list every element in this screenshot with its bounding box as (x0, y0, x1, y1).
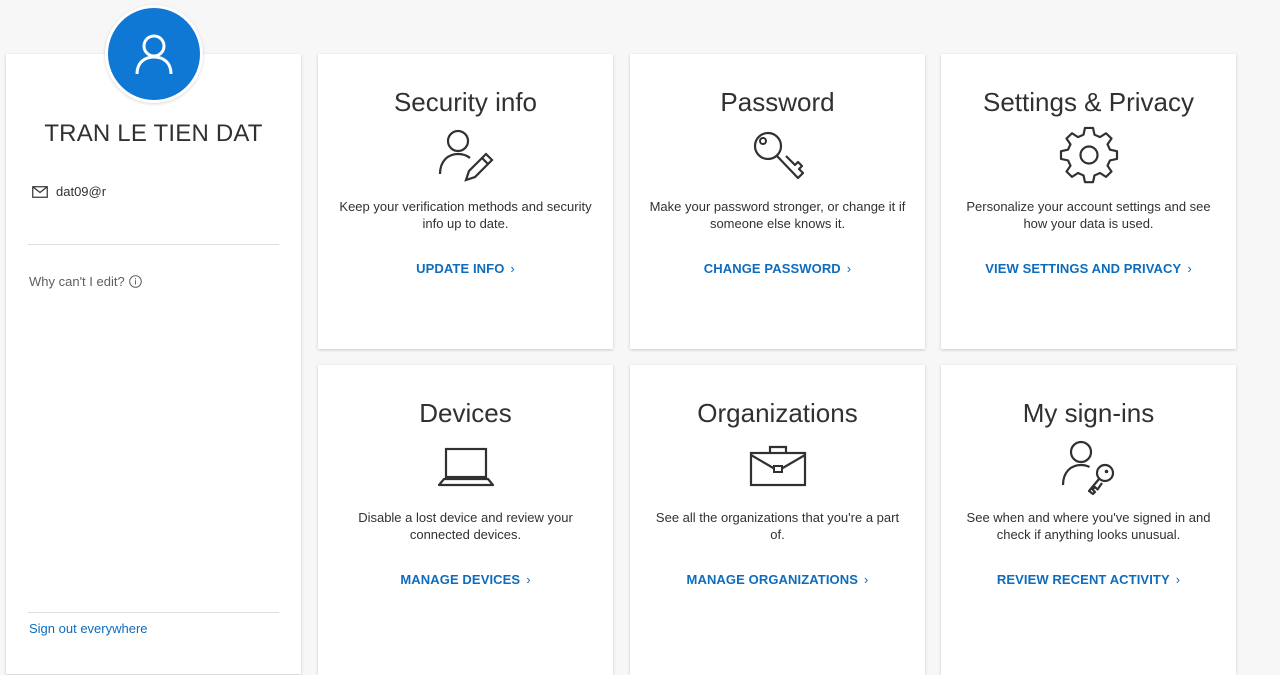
manage-organizations-link[interactable]: MANAGE ORGANIZATIONS › (630, 572, 925, 587)
tile-title: My sign-ins (1022, 398, 1155, 428)
user-key-icon (1061, 440, 1114, 496)
view-settings-privacy-link[interactable]: VIEW SETTINGS AND PRIVACY › (941, 261, 1236, 276)
chevron-right-icon: › (846, 261, 852, 276)
divider (28, 244, 279, 245)
user-pen-icon (438, 129, 494, 182)
briefcase-icon (749, 445, 806, 487)
tile-organizations: Organizations See all the organizations … (630, 365, 925, 675)
update-info-link[interactable]: UPDATE INFO › (318, 261, 613, 276)
laptop-icon (437, 447, 494, 487)
manage-devices-link[interactable]: MANAGE DEVICES › (318, 572, 613, 587)
info-icon[interactable] (128, 275, 142, 288)
tile-settings-privacy: Settings & Privacy Personalize your acco… (941, 54, 1236, 349)
sign-out-everywhere-link[interactable]: Sign out everywhere (29, 621, 148, 636)
why-edit-label: Why can't I edit? (29, 274, 125, 289)
tile-security-info: Security info Keep your verification met… (318, 54, 613, 349)
profile-name: TRAN LE TIEN DAT (44, 120, 263, 147)
tile-my-sign-ins: My sign-ins See when and where you've si… (941, 365, 1236, 675)
tile-description: Personalize your account settings and se… (966, 199, 1211, 231)
tile-title: Settings & Privacy (983, 87, 1194, 117)
profile-card: TRAN LE TIEN DAT dat09@r Why can't I edi… (6, 54, 301, 674)
link-label: REVIEW RECENT ACTIVITY (996, 572, 1170, 587)
tile-description: Disable a lost device and review your co… (358, 510, 573, 542)
change-password-link[interactable]: CHANGE PASSWORD › (630, 261, 925, 276)
tile-title: Security info (393, 87, 538, 117)
chevron-right-icon: › (1175, 572, 1181, 587)
link-label: MANAGE ORGANIZATIONS (686, 572, 859, 587)
link-label: UPDATE INFO (416, 261, 505, 276)
tile-title: Organizations (697, 398, 858, 428)
review-recent-activity-link[interactable]: REVIEW RECENT ACTIVITY › (941, 572, 1236, 587)
chevron-right-icon: › (864, 572, 869, 587)
link-label: VIEW SETTINGS AND PRIVACY (985, 261, 1182, 276)
email-row: dat09@r (32, 184, 106, 199)
email-text: dat09@r (56, 184, 107, 199)
tile-description: See when and where you've signed in and … (966, 510, 1211, 542)
tile-description: Make your password stronger, or change i… (649, 199, 906, 231)
chevron-right-icon: › (510, 261, 515, 276)
mail-icon (32, 185, 48, 198)
tile-title: Password (720, 87, 835, 117)
link-label: MANAGE DEVICES (400, 572, 521, 587)
chevron-right-icon: › (526, 572, 531, 587)
why-edit-link[interactable]: Why can't I edit? (29, 274, 142, 289)
divider (28, 612, 279, 613)
gear-icon (1059, 126, 1118, 184)
tile-title: Devices (419, 398, 512, 428)
tile-description: Keep your verification methods and secur… (339, 199, 592, 231)
tile-devices: Devices Disable a lost device and review… (318, 365, 613, 675)
tile-description: See all the organizations that you're a … (655, 510, 900, 542)
link-label: CHANGE PASSWORD (703, 261, 841, 276)
chevron-right-icon: › (1187, 261, 1192, 276)
key-icon (753, 131, 804, 180)
avatar (105, 5, 203, 103)
tile-password: Password Make your password stronger, or… (630, 54, 925, 349)
user-icon (135, 34, 173, 75)
